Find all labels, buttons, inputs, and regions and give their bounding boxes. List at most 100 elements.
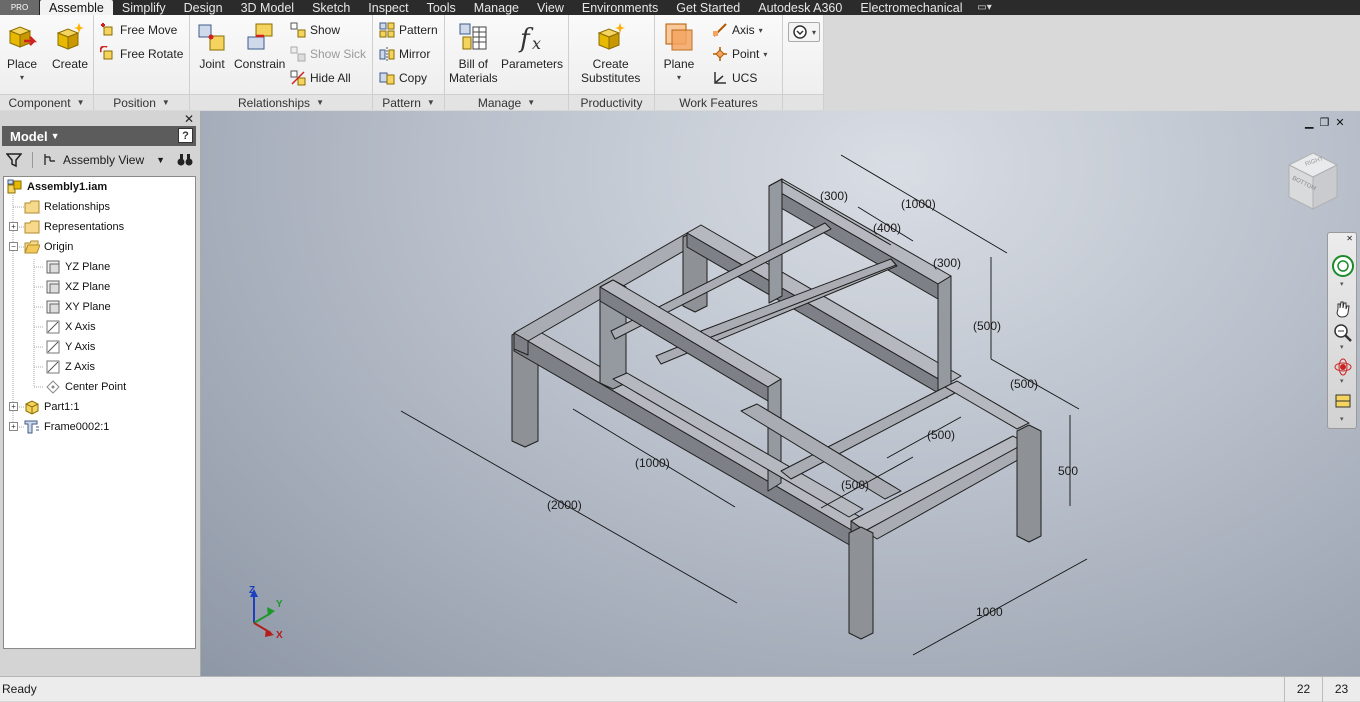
- tree-node-xy-plane[interactable]: XY Plane: [45, 297, 111, 317]
- tree-label: Representations: [44, 221, 125, 233]
- tab-design[interactable]: Design: [175, 0, 232, 15]
- binoculars-search-icon[interactable]: [177, 153, 193, 167]
- tab-assemble[interactable]: Assemble: [40, 0, 113, 15]
- tree-node-representations[interactable]: Representations: [24, 217, 124, 237]
- tree-node-origin[interactable]: Origin: [24, 237, 73, 257]
- dimension-label[interactable]: (1000): [635, 456, 670, 470]
- tree-node-part1[interactable]: Part1:1: [24, 397, 79, 417]
- place-button[interactable]: Place ▾: [6, 21, 38, 85]
- plane-icon: [46, 300, 60, 314]
- tab-electromechanical[interactable]: Electromechanical: [851, 0, 971, 15]
- tree-node-y-axis[interactable]: Y Axis: [45, 337, 95, 357]
- orbit-icon[interactable]: [1333, 357, 1353, 377]
- plane-button[interactable]: Plane ▾: [663, 21, 695, 85]
- dimension-label[interactable]: (500): [841, 478, 869, 492]
- chevron-down-icon[interactable]: ▾: [1340, 343, 1344, 351]
- tree-node-relationships[interactable]: Relationships: [24, 197, 110, 217]
- dimension-label[interactable]: (400): [873, 221, 901, 235]
- tab-inspect[interactable]: Inspect: [359, 0, 417, 15]
- tree-node-assembly[interactable]: Assembly1.iam: [7, 177, 107, 197]
- part-icon: [25, 400, 39, 415]
- dimension-label[interactable]: (300): [820, 189, 848, 203]
- joint-button[interactable]: Joint: [196, 21, 228, 71]
- ribbon-dropdown-button[interactable]: ▾: [788, 22, 821, 42]
- chevron-down-icon[interactable]: ▾: [1340, 415, 1344, 423]
- view-mode-select[interactable]: Assembly View: [63, 153, 144, 167]
- tab-sketch[interactable]: Sketch: [303, 0, 359, 15]
- chevron-down-icon[interactable]: ▾: [1340, 280, 1344, 288]
- tab-simplify[interactable]: Simplify: [113, 0, 175, 15]
- free-move-button[interactable]: Free Move: [100, 22, 177, 38]
- bill-of-materials-button[interactable]: Bill of Materials: [449, 21, 498, 85]
- ribbon-options-icon[interactable]: ▭▾: [971, 0, 997, 15]
- dimension-label[interactable]: (2000): [547, 498, 582, 512]
- close-icon[interactable]: ✕: [1346, 234, 1353, 243]
- tree-node-center-point[interactable]: Center Point: [45, 377, 126, 397]
- show-sick-button[interactable]: Show Sick: [290, 46, 366, 62]
- tree-label: Relationships: [44, 201, 111, 213]
- point-button[interactable]: Point ▾: [712, 46, 767, 62]
- dimension-label[interactable]: (300): [933, 256, 961, 270]
- position-panel-footer[interactable]: Position ▼: [94, 94, 189, 110]
- tree-node-z-axis[interactable]: Z Axis: [45, 357, 95, 377]
- filter-icon[interactable]: [6, 152, 22, 168]
- pro-badge[interactable]: PRO: [0, 0, 40, 15]
- create-button[interactable]: Create: [52, 21, 88, 71]
- relationships-panel-footer[interactable]: Relationships ▼: [190, 94, 372, 110]
- tree-node-xz-plane[interactable]: XZ Plane: [45, 277, 110, 297]
- parameters-button[interactable]: f x Parameters: [501, 21, 563, 71]
- graphics-viewport[interactable]: ▁ ❐ ✕ (300) (1000) (400) (300) (500) (50…: [201, 111, 1360, 676]
- view-cube[interactable]: BOTTOM RIGHT: [1285, 151, 1341, 216]
- frame-model[interactable]: [201, 111, 1360, 676]
- ucs-button[interactable]: UCS: [712, 70, 757, 86]
- copy-button[interactable]: Copy: [379, 70, 427, 86]
- show-button[interactable]: Show: [290, 22, 340, 38]
- pattern-footer-label: Pattern: [382, 95, 421, 110]
- mirror-button[interactable]: Mirror: [379, 46, 430, 62]
- pattern-button[interactable]: Pattern: [379, 22, 438, 38]
- tab-get-started[interactable]: Get Started: [667, 0, 749, 15]
- dimension-label[interactable]: (500): [1010, 377, 1038, 391]
- relationships-footer-label: Relationships: [238, 95, 311, 110]
- steering-wheel-icon[interactable]: [1330, 253, 1356, 279]
- productivity-panel-footer[interactable]: Productivity: [569, 94, 654, 110]
- create-substitutes-button[interactable]: Create Substitutes: [581, 21, 640, 85]
- parameters-label: Parameters: [501, 57, 564, 71]
- tab-3d-model[interactable]: 3D Model: [232, 0, 304, 15]
- point-icon: [713, 47, 727, 61]
- dimension-label[interactable]: 1000: [976, 605, 1003, 619]
- look-at-icon[interactable]: [1333, 391, 1353, 411]
- collapse-icon[interactable]: −: [9, 242, 18, 251]
- free-rotate-button[interactable]: Free Rotate: [100, 46, 183, 62]
- zoom-icon[interactable]: [1333, 323, 1353, 343]
- dimension-label[interactable]: (500): [973, 319, 1001, 333]
- tree-node-frame0002[interactable]: Frame0002:1: [24, 417, 109, 437]
- chevron-down-icon: ▾: [19, 73, 24, 82]
- tab-environments[interactable]: Environments: [573, 0, 667, 15]
- help-icon[interactable]: ?: [178, 128, 193, 143]
- pan-hand-icon[interactable]: [1333, 299, 1353, 319]
- tree-node-yz-plane[interactable]: YZ Plane: [45, 257, 110, 277]
- close-icon[interactable]: ✕: [184, 112, 194, 126]
- tab-view[interactable]: View: [528, 0, 573, 15]
- tab-tools[interactable]: Tools: [418, 0, 465, 15]
- work-features-panel-footer[interactable]: Work Features: [655, 94, 782, 110]
- tab-autodesk-a360[interactable]: Autodesk A360: [749, 0, 851, 15]
- dimension-label[interactable]: 500: [1058, 464, 1078, 478]
- chevron-down-icon[interactable]: ▼: [156, 155, 165, 165]
- pattern-panel-footer[interactable]: Pattern ▼: [373, 94, 444, 110]
- axis-button[interactable]: Axis ▾: [712, 22, 763, 38]
- browser-header[interactable]: Model ▼ ?: [2, 126, 196, 146]
- chevron-down-icon[interactable]: ▾: [1340, 377, 1344, 385]
- expand-icon[interactable]: +: [9, 422, 18, 431]
- tab-manage[interactable]: Manage: [465, 0, 528, 15]
- dimension-label[interactable]: (1000): [901, 197, 936, 211]
- hide-all-button[interactable]: Hide All: [290, 70, 351, 86]
- dimension-label[interactable]: (500): [927, 428, 955, 442]
- expand-icon[interactable]: +: [9, 222, 18, 231]
- component-panel-footer[interactable]: Component ▼: [0, 94, 93, 110]
- manage-panel-footer[interactable]: Manage ▼: [445, 94, 568, 110]
- tree-node-x-axis[interactable]: X Axis: [45, 317, 96, 337]
- expand-icon[interactable]: +: [9, 402, 18, 411]
- constrain-button[interactable]: Constrain: [234, 21, 285, 71]
